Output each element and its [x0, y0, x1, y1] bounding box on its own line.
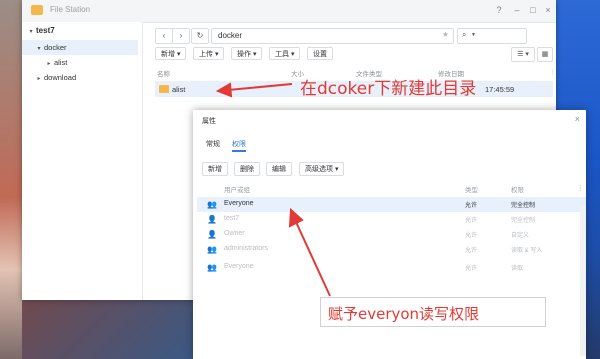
permission-row-everyone[interactable]: 👥 Everyone 允许 完全控制	[197, 197, 586, 212]
action-button[interactable]: 操作 ▾	[231, 47, 263, 60]
delete-permission-button[interactable]: 删除	[234, 162, 260, 176]
caret-right-icon[interactable]: ▸	[34, 72, 44, 87]
file-name: alist	[172, 85, 186, 94]
dialog-title: 属性	[202, 118, 216, 125]
desktop-wallpaper-left	[0, 0, 22, 359]
window-title: File Station	[50, 5, 91, 14]
tab-permissions[interactable]: 权限	[232, 139, 246, 149]
permission-row-test7[interactable]: 👤 test7 允许 完全控制	[197, 212, 586, 227]
edit-permission-button[interactable]: 编辑	[266, 162, 292, 176]
chevron-down-icon: ▼	[471, 32, 476, 38]
file-modified: 17:45:59	[485, 85, 515, 94]
column-header-name[interactable]: 名称	[157, 68, 170, 78]
path-field[interactable]: docker ★	[211, 28, 454, 44]
folder-tree: ▾ test7 ▾ docker ▸ alist ▸ download	[22, 22, 143, 300]
dialog-close-icon[interactable]: ×	[575, 114, 580, 124]
path-text: docker	[218, 31, 243, 40]
permission-row-everyone-inherited[interactable]: 👥 Everyone 允许 读取	[197, 260, 586, 275]
back-button[interactable]: ‹	[155, 28, 173, 44]
active-tab-indicator	[232, 150, 246, 152]
title-bar[interactable]: File Station ? – □ ×	[22, 0, 556, 23]
tab-general[interactable]: 常规	[206, 139, 220, 149]
star-icon[interactable]: ★	[442, 30, 449, 39]
permission-row-owner[interactable]: 👤 Owner 允许 自定义	[197, 227, 586, 242]
file-station-app-icon	[31, 5, 43, 15]
maximize-button[interactable]: □	[528, 5, 538, 15]
list-view-icon[interactable]: ☰ ▾	[511, 47, 535, 62]
column-menu-icon[interactable]: ⋮	[577, 184, 584, 192]
tree-item-download[interactable]: ▸ download	[22, 70, 138, 85]
user-group-icon: 👥	[207, 245, 217, 254]
settings-button[interactable]: 设置	[307, 47, 333, 60]
forward-button[interactable]: ›	[172, 28, 190, 44]
help-button[interactable]: ?	[494, 5, 504, 15]
column-header-user[interactable]: 用户或组	[224, 184, 250, 194]
navigation-bar: ‹ › ↻ docker ★ ⌕ ▼	[155, 28, 545, 44]
caret-down-icon: ▾	[29, 29, 33, 35]
refresh-button[interactable]: ↻	[191, 28, 209, 44]
create-button[interactable]: 新增 ▾	[155, 47, 187, 60]
search-icon: ⌕	[462, 30, 467, 39]
column-header-permission[interactable]: 权限	[511, 184, 524, 194]
tools-button[interactable]: 工具 ▾	[269, 47, 301, 60]
close-button[interactable]: ×	[543, 5, 553, 15]
user-icon: 👤	[207, 230, 217, 239]
minimize-button[interactable]: –	[512, 5, 522, 15]
user-icon: 👤	[207, 215, 217, 224]
permission-row-administrators[interactable]: 👥 administrators 允许 读取 & 写入	[197, 242, 586, 257]
action-toolbar: 新增 ▾ 上传 ▾ 操作 ▾ 工具 ▾ 设置 ☰ ▾ ▦	[155, 47, 553, 62]
annotation-permission-text: 赋予everyon读写权限	[328, 305, 480, 323]
search-input[interactable]: ⌕ ▼	[457, 28, 527, 44]
watermark: 值 什么值得买	[482, 333, 558, 347]
annotation-create-folder: 在dcoker下新建此目录	[300, 79, 477, 99]
folder-icon	[159, 85, 169, 93]
user-group-icon: 👥	[207, 263, 217, 272]
tree-item-alist[interactable]: ▸ alist	[22, 55, 138, 70]
column-menu-icon[interactable]: ⋮	[549, 68, 556, 76]
dialog-scrollbar[interactable]	[580, 206, 586, 356]
tree-item-docker[interactable]: ▾ docker	[22, 40, 138, 55]
tree-root-test7[interactable]: ▾ test7	[26, 26, 54, 35]
column-header-type[interactable]: 类型	[465, 184, 478, 194]
advanced-options-button[interactable]: 高级选项 ▾	[299, 162, 345, 176]
grid-view-icon[interactable]: ▦	[537, 47, 553, 62]
upload-button[interactable]: 上传 ▾	[193, 47, 225, 60]
add-permission-button[interactable]: 新增	[202, 162, 228, 176]
annotation-permission-box: 赋予everyon读写权限	[320, 297, 546, 327]
user-group-icon: 👥	[207, 200, 217, 209]
